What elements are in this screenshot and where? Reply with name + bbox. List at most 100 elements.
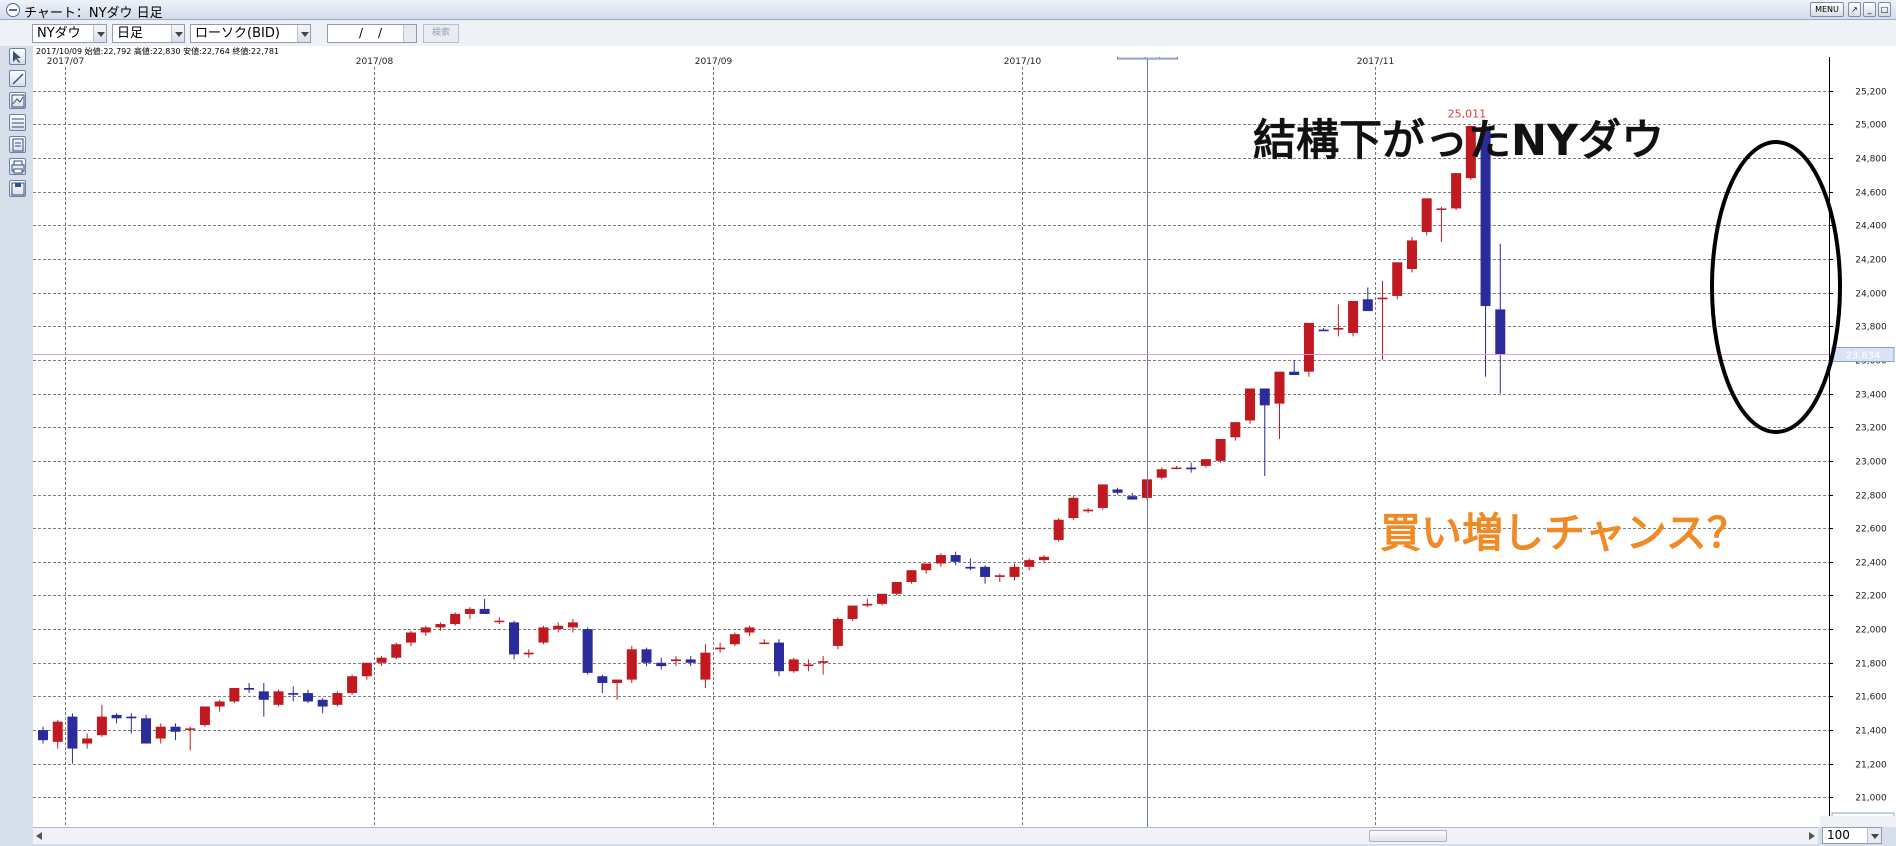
indicator-tool-icon[interactable] [9, 92, 26, 109]
month-label: 2017/11 [1357, 57, 1394, 67]
print-icon[interactable] [9, 158, 26, 175]
save-icon[interactable] [9, 180, 26, 197]
popout-icon[interactable]: ↗ [1848, 2, 1861, 17]
candle-body [1377, 297, 1388, 300]
date-separator: / [378, 26, 383, 40]
candle-body [1274, 371, 1285, 404]
ohlc-info-bar: 2017/10/09 始値:22,792 高値:22,830 安値:22,764… [33, 46, 1896, 57]
candle-body [1024, 560, 1035, 567]
crosshair-date-label: 2017/10/09 [1122, 57, 1174, 60]
candle-body [921, 563, 932, 571]
candle-body [1451, 173, 1462, 209]
candle-body [1186, 467, 1197, 470]
candle-body [700, 652, 711, 680]
candle-body [509, 622, 520, 655]
axis-corner [1820, 816, 1896, 827]
note-tool-icon[interactable] [9, 136, 26, 153]
symbol-select-value: NYダウ [37, 26, 81, 41]
chevron-down-icon [297, 25, 310, 42]
candle [891, 582, 902, 596]
candle-body [1333, 327, 1344, 330]
cursor-tool-icon[interactable] [9, 48, 26, 65]
y-tick-label: 23,000 [1855, 458, 1887, 468]
candle [1421, 198, 1432, 236]
chart-type-select[interactable]: ローソク(BID) [190, 24, 311, 43]
candle [582, 627, 593, 675]
candle-body [1156, 469, 1167, 478]
candle-body [1068, 497, 1079, 519]
period-select[interactable]: 日足 [112, 24, 185, 43]
trendline-tool-icon[interactable] [9, 70, 26, 87]
candle [509, 620, 520, 660]
candle-body [523, 652, 534, 655]
candle [1303, 322, 1314, 377]
y-tick-label: 21,400 [1855, 727, 1887, 737]
candle-body [96, 716, 107, 736]
candle-body [832, 619, 843, 646]
candle-body [406, 632, 416, 643]
candle-body [420, 627, 431, 633]
candle-body [759, 642, 770, 645]
zoom-select[interactable]: 100 [1822, 827, 1882, 844]
date-separator: / [359, 26, 364, 40]
candle-body [1259, 388, 1270, 406]
candle [199, 706, 210, 727]
candle [626, 645, 637, 683]
y-tick-label: 21,600 [1855, 693, 1887, 703]
candle-body [170, 726, 181, 732]
symbol-select[interactable]: NYダウ [32, 24, 107, 43]
candle-body [670, 659, 681, 662]
search-button[interactable]: 検索 [423, 24, 459, 43]
candle-body [1303, 322, 1314, 372]
candlestick-chart[interactable]: 2017/07 2017/08 2017/09 2017/10 2017/11 21,0… [33, 57, 1896, 827]
candle [1156, 467, 1167, 480]
candle-body [1038, 556, 1049, 561]
candle-body [1009, 566, 1020, 577]
candle-body [1245, 388, 1256, 421]
menu-button[interactable]: MENU [1810, 2, 1844, 17]
candle-body [288, 693, 299, 695]
candle-body [52, 721, 63, 742]
y-tick-label: 24,600 [1855, 189, 1887, 199]
fibonacci-tool-icon[interactable] [9, 114, 26, 131]
annotation-dow-drop: 結構下がったNYダウ [1253, 116, 1664, 166]
chevron-down-icon [171, 25, 184, 42]
horizontal-scrollbar[interactable] [33, 827, 1818, 844]
candle-body [1200, 459, 1211, 466]
candle-body [1495, 309, 1506, 355]
candle-body [111, 714, 122, 719]
y-tick-label: 23,200 [1855, 424, 1887, 434]
y-tick-label: 23,800 [1855, 323, 1887, 333]
candle-body [38, 730, 48, 741]
calendar-dropdown-icon[interactable] [403, 25, 416, 42]
minimize-icon[interactable]: _ [1863, 2, 1876, 17]
y-tick-label: 22,800 [1855, 492, 1887, 502]
candle-body [1230, 422, 1241, 438]
candle-body [1348, 300, 1359, 333]
candle-body [641, 649, 652, 663]
scroll-left-icon[interactable] [36, 832, 42, 840]
candle-body [347, 676, 358, 694]
candle-body [656, 662, 667, 667]
candle-body [597, 676, 608, 683]
candle-body [1083, 509, 1094, 512]
candle-body [612, 679, 623, 683]
date-input[interactable]: / / [327, 24, 417, 43]
restore-icon[interactable]: □ [1878, 2, 1891, 17]
candle-body [788, 659, 799, 672]
candle [1053, 518, 1064, 542]
candle [774, 639, 784, 677]
scroll-thumb[interactable] [1369, 830, 1447, 842]
candle [347, 674, 358, 695]
candle-body [1053, 519, 1064, 540]
candle [332, 691, 343, 707]
scroll-right-icon[interactable] [1809, 832, 1815, 840]
candle-body [891, 582, 902, 594]
candle-body [685, 659, 696, 663]
candle [729, 632, 740, 646]
month-label-strip [33, 57, 1829, 65]
y-tick-label: 22,400 [1855, 559, 1887, 569]
y-tick-label: 24,400 [1855, 222, 1887, 232]
candle-body [582, 629, 593, 673]
y-tick-label: 25,000 [1855, 121, 1887, 131]
